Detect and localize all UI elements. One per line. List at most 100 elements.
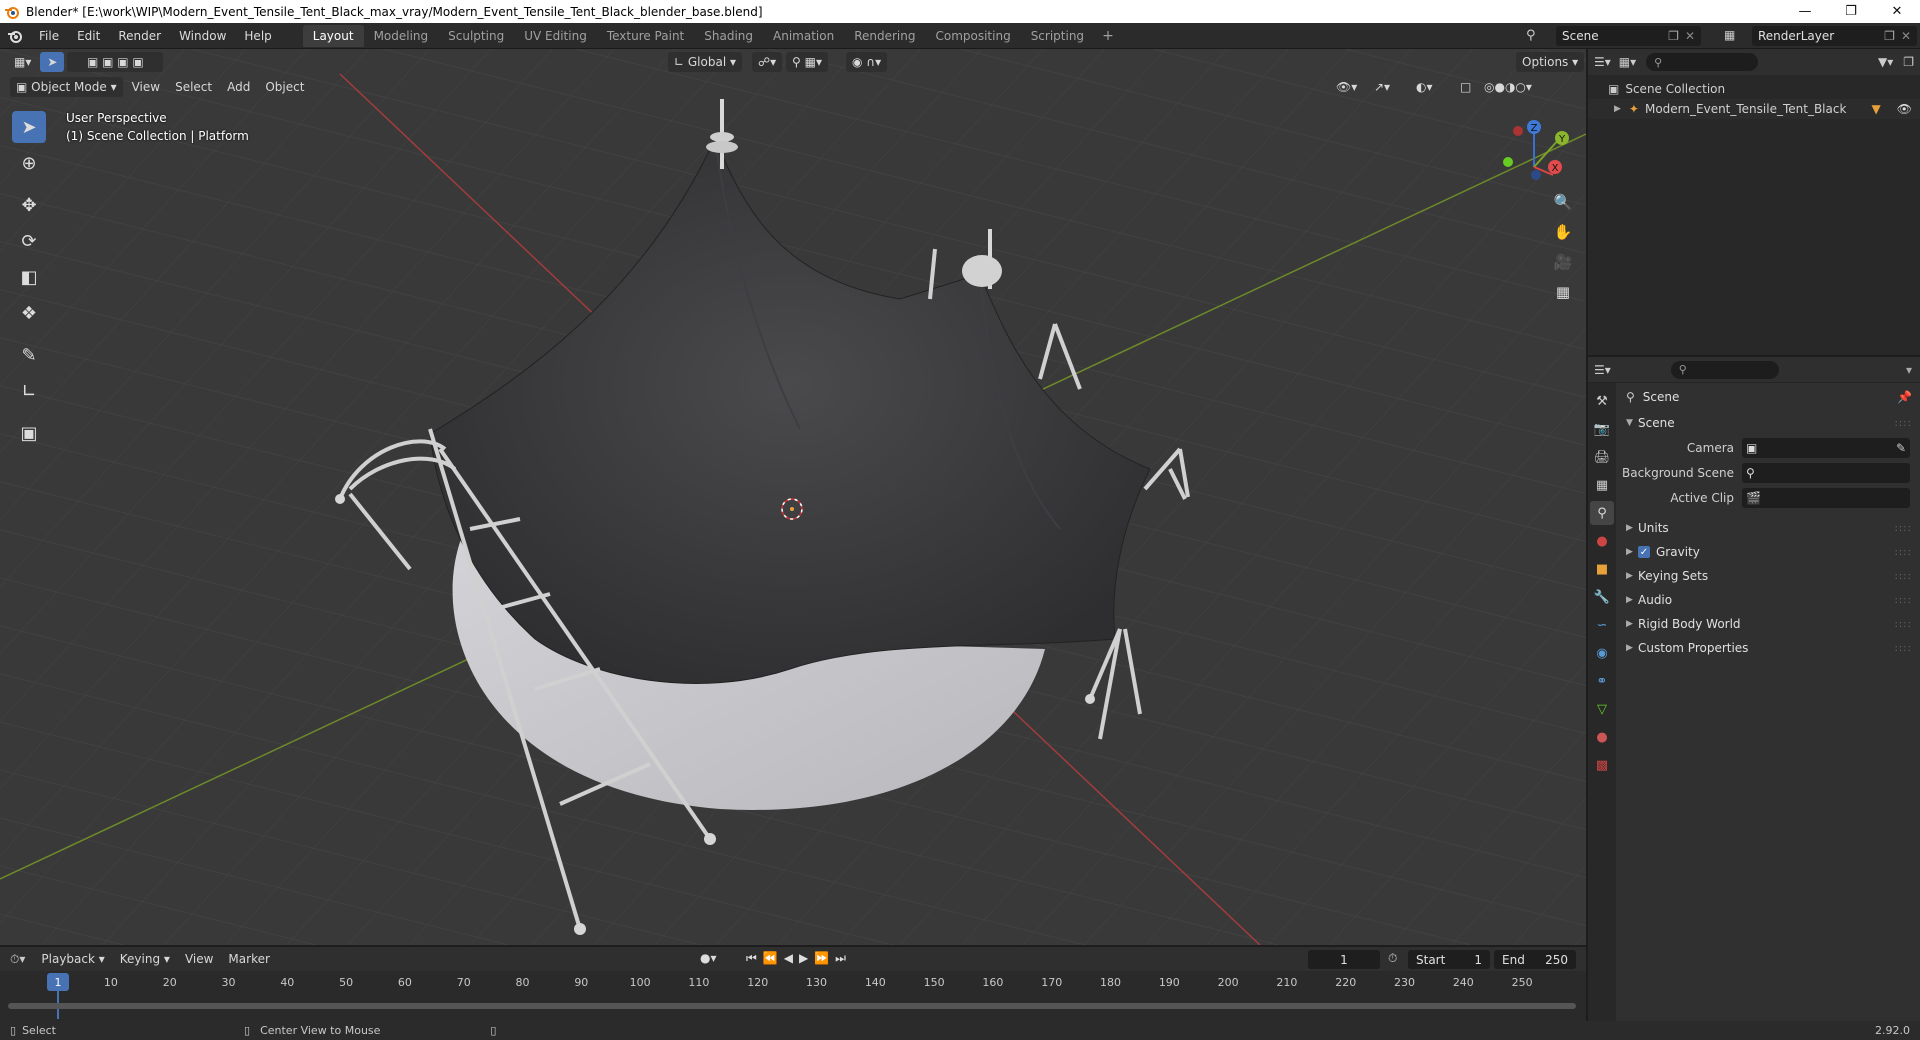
render-layer-selector[interactable]: RenderLayer ❐ ✕	[1752, 26, 1917, 46]
select-box-icon[interactable]: ➤	[12, 111, 46, 143]
minimize-icon[interactable]: —	[1782, 0, 1828, 23]
pivot-point-icon[interactable]: ☍▾	[752, 52, 783, 72]
menu-select[interactable]: Select	[169, 77, 218, 97]
add-cube-tool-icon[interactable]: ▣	[12, 417, 46, 449]
cursor-tool-icon[interactable]: ⊕	[12, 147, 46, 179]
scene-browse-icon[interactable]: ⚲	[1526, 28, 1536, 43]
add-workspace-button[interactable]: +	[1094, 28, 1122, 44]
move-tool-icon[interactable]: ✥	[12, 189, 46, 221]
panel-keying-sets-header[interactable]: ▶ Keying Sets ::::	[1618, 564, 1920, 588]
overlays-icon[interactable]: ◐▾	[1410, 77, 1439, 97]
tab-rendering[interactable]: Rendering	[844, 25, 925, 47]
menu-timeline-view[interactable]: View	[179, 949, 219, 969]
timeline-scrollbar[interactable]	[8, 1003, 1576, 1009]
pan-hand-icon[interactable]: ✋	[1550, 219, 1576, 245]
panel-rigid-body-world-header[interactable]: ▶ Rigid Body World ::::	[1618, 612, 1920, 636]
display-mode-icon[interactable]: ▦▾	[1619, 55, 1636, 69]
menu-file[interactable]: File	[30, 23, 68, 49]
render-layer-remove-icon[interactable]: ✕	[1901, 29, 1911, 43]
tab-layout[interactable]: Layout	[302, 24, 364, 47]
gizmo-neg-y[interactable]	[1503, 157, 1513, 167]
gizmo-neg-x[interactable]	[1513, 126, 1523, 136]
physics-tab-icon[interactable]: ◉	[1590, 641, 1614, 665]
object-data-icon[interactable]: ▼	[1872, 102, 1881, 116]
drag-handle-icon[interactable]: ::::	[1895, 418, 1912, 429]
select-mode-icon[interactable]: ➤	[40, 52, 65, 72]
render-tab-icon[interactable]: 📷	[1590, 417, 1614, 441]
outliner-editor-icon[interactable]: ☰▾	[1594, 55, 1611, 69]
start-frame-field[interactable]: Start 1	[1408, 950, 1490, 969]
material-tab-icon[interactable]: ●	[1590, 725, 1614, 749]
menu-keying[interactable]: Keying ▾	[114, 949, 176, 969]
data-tab-icon[interactable]: ▽	[1590, 697, 1614, 721]
timeline-ruler[interactable]: 1 10 20 30 40 50 60 70 80 90 100 110 120 130 140 150 160…	[0, 971, 1586, 1019]
menu-marker[interactable]: Marker	[222, 949, 275, 969]
render-layer-copy-icon[interactable]: ❐	[1884, 29, 1895, 43]
render-layer-browse-icon[interactable]: ▦	[1724, 28, 1735, 42]
tab-shading[interactable]: Shading	[694, 25, 763, 47]
gravity-checkbox[interactable]: ✓	[1638, 546, 1650, 558]
camera-field[interactable]: ▣ ✎	[1742, 437, 1910, 458]
tab-scripting[interactable]: Scripting	[1021, 25, 1094, 47]
scene-tab-icon[interactable]: ⚲	[1590, 501, 1614, 525]
visibility-icon[interactable]: 👁▾	[1330, 77, 1363, 97]
menu-view[interactable]: View	[126, 77, 166, 97]
scene-copy-icon[interactable]: ❐	[1668, 29, 1679, 43]
snap-icon[interactable]: ⚲ ▦▾	[786, 52, 828, 72]
menu-help[interactable]: Help	[235, 23, 280, 49]
camera-view-icon[interactable]: 🎥	[1550, 249, 1576, 275]
modifier-tab-icon[interactable]: 🔧	[1590, 585, 1614, 609]
menu-object[interactable]: Object	[259, 77, 310, 97]
properties-search[interactable]: ⚲	[1670, 360, 1779, 379]
playback-controls[interactable]: ⏮⏪◀▶⏩⏭	[746, 951, 852, 966]
zoom-icon[interactable]: 🔍	[1550, 189, 1576, 215]
stopwatch-icon[interactable]: ⏱	[1388, 951, 1397, 966]
panel-scene-header[interactable]: ▼ Scene ::::	[1618, 411, 1920, 435]
menu-render[interactable]: Render	[109, 23, 170, 49]
proportional-editing-icon[interactable]: ◉ ∩▾	[846, 52, 888, 72]
view-layer-tab-icon[interactable]: ▦	[1590, 473, 1614, 497]
scene-selector[interactable]: Scene ❐ ✕	[1556, 26, 1701, 46]
tab-compositing[interactable]: Compositing	[925, 25, 1020, 47]
tab-texture-paint[interactable]: Texture Paint	[597, 25, 694, 47]
tab-sculpting[interactable]: Sculpting	[438, 25, 514, 47]
rotate-tool-icon[interactable]: ⟳	[12, 225, 46, 257]
outliner-search[interactable]: ⚲	[1646, 53, 1759, 71]
menu-playback[interactable]: Playback ▾	[35, 949, 110, 969]
tab-uv-editing[interactable]: UV Editing	[514, 25, 597, 47]
properties-editor-icon[interactable]: ☰▾	[1594, 363, 1611, 377]
panel-units-header[interactable]: ▶ Units ::::	[1618, 516, 1920, 540]
close-icon[interactable]: ✕	[1874, 0, 1920, 23]
expand-arrow-icon[interactable]: ▶	[1614, 104, 1621, 114]
drag-handle-icon[interactable]: ::::	[1895, 643, 1912, 654]
filter-icon[interactable]: ▼▾	[1878, 55, 1893, 69]
panel-custom-properties-header[interactable]: ▶ Custom Properties ::::	[1618, 636, 1920, 660]
panel-audio-header[interactable]: ▶ Audio ::::	[1618, 588, 1920, 612]
background-scene-field[interactable]: ⚲	[1742, 462, 1910, 483]
menu-edit[interactable]: Edit	[68, 23, 109, 49]
menu-window[interactable]: Window	[170, 23, 235, 49]
options-dropdown[interactable]: Options ▾	[1516, 52, 1585, 72]
drag-handle-icon[interactable]: ::::	[1895, 523, 1912, 534]
eyedropper-icon[interactable]: ✎	[1896, 441, 1906, 455]
drag-handle-icon[interactable]: ::::	[1895, 595, 1912, 606]
tab-animation[interactable]: Animation	[763, 25, 844, 47]
editor-type-icon[interactable]: ▦▾	[8, 52, 37, 72]
tool-tab-icon[interactable]: ⚒	[1590, 389, 1614, 413]
object-tab-icon[interactable]: ■	[1590, 557, 1614, 581]
chevron-down-icon[interactable]: ▾	[1906, 363, 1912, 377]
viewport-scene[interactable]: Z Y X	[0, 49, 1586, 945]
record-icon[interactable]: ●▾	[700, 951, 717, 965]
drag-handle-icon[interactable]: ::::	[1895, 619, 1912, 630]
object-mode-dropdown[interactable]: ▣ Object Mode ▾	[10, 77, 123, 97]
ortho-grid-icon[interactable]: ▦	[1550, 279, 1576, 305]
measure-tool-icon[interactable]: ∟	[12, 375, 46, 407]
annotate-tool-icon[interactable]: ✎	[12, 339, 46, 371]
scale-tool-icon[interactable]: ◧	[12, 261, 46, 293]
tab-modeling[interactable]: Modeling	[364, 25, 439, 47]
3d-viewport[interactable]: Z Y X ▦▾ ➤ ▣ ▣ ▣ ▣ ∟ Global ▾ ☍▾ ⚲ ▦▾ ◉ …	[0, 49, 1586, 945]
active-clip-field[interactable]: 🎬	[1742, 487, 1910, 508]
restore-icon[interactable]: ❐	[1828, 0, 1874, 23]
texture-tab-icon[interactable]: ▩	[1590, 753, 1614, 777]
gizmo-neg-z[interactable]	[1531, 170, 1541, 180]
